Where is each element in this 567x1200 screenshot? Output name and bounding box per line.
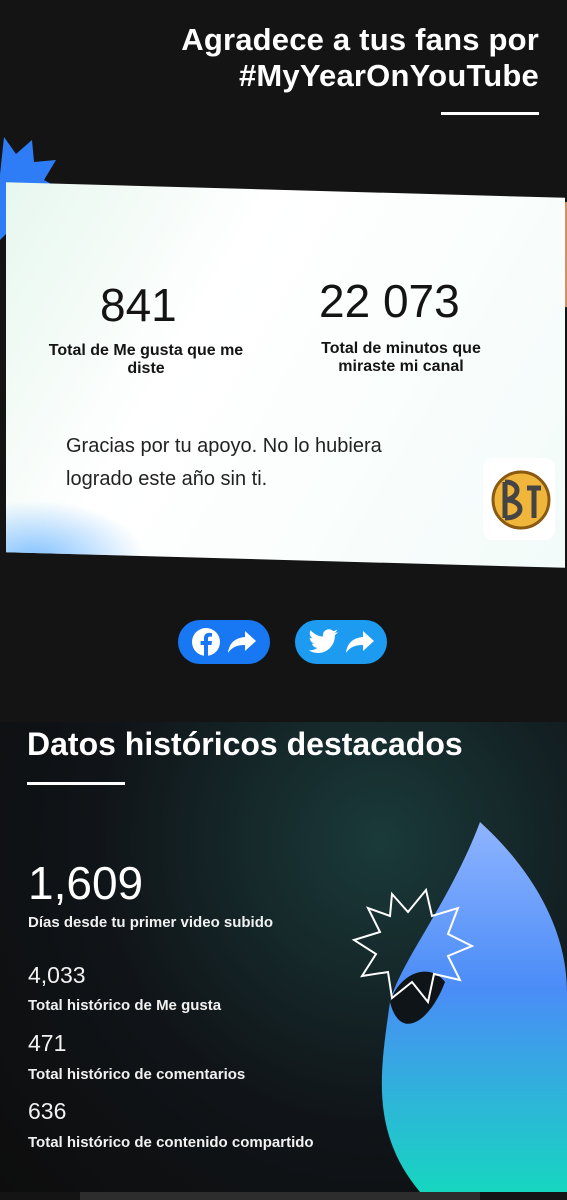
thank-you-card-area: 841 Total de Me gusta que me diste 22 07… (0, 132, 567, 572)
share-facebook-button[interactable] (178, 620, 270, 664)
historical-stats-section: Datos históricos destacados 1,609 Días d… (0, 722, 567, 1192)
total-shares-value: 636 (28, 1098, 67, 1124)
facebook-icon (192, 628, 220, 656)
days-since-first-upload-value: 1,609 (28, 857, 144, 909)
historical-section-divider (27, 782, 125, 785)
days-since-first-upload-label: Días desde tu primer video subido (28, 914, 274, 931)
thanks-line-2: logrado este año sin ti. (66, 468, 268, 490)
bottom-tab-strip (80, 1192, 480, 1200)
share-buttons (178, 620, 398, 666)
thank-you-card: 841 Total de Me gusta que me diste 22 07… (6, 182, 565, 568)
twitter-icon (308, 629, 338, 653)
header-title-line1: Agradece a tus fans por (181, 22, 539, 57)
channel-logo (483, 458, 555, 540)
total-shares-label: Total histórico de contenido compartido (28, 1134, 314, 1151)
minutes-watched-value: 22 073 (319, 275, 460, 327)
total-comments-label: Total histórico de comentarios (28, 1066, 246, 1083)
total-comments-value: 471 (28, 1030, 67, 1056)
thanks-line-1: Gracias por tu apoyo. No lo hubiera (66, 435, 382, 457)
total-likes-label: Total histórico de Me gusta (28, 997, 222, 1014)
minutes-watched-label: Total de minutos que miraste mi canal (321, 340, 481, 375)
historical-section-title: Datos históricos destacados (27, 726, 463, 762)
likes-given-value: 841 (100, 279, 177, 331)
total-likes-value: 4,033 (28, 962, 86, 988)
share-twitter-button[interactable] (295, 620, 387, 664)
gradient-fan-decoration (351, 822, 567, 1192)
share-arrow-icon (346, 631, 374, 653)
header-title-line2: #MyYearOnYouTube (238, 58, 539, 93)
likes-given-label: Total de Me gusta que me diste (48, 342, 244, 377)
page-header: Agradece a tus fans por #MyYearOnYouTube (39, 22, 539, 94)
header-divider (441, 112, 539, 115)
card-corner-glow (6, 500, 146, 560)
share-arrow-icon (228, 631, 256, 653)
thanks-message: Gracias por tu apoyo. No lo hubiera logr… (66, 430, 426, 496)
